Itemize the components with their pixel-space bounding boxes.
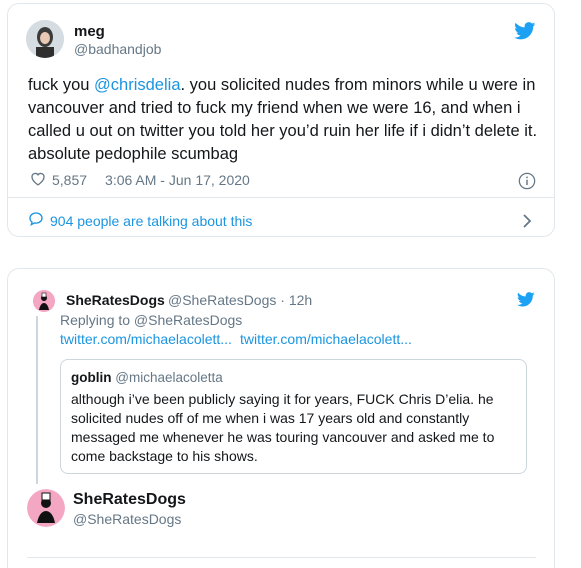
mention-link[interactable]: @chrisdelia [94,76,180,94]
quoted-text: although i’ve been publicly saying it fo… [71,391,495,464]
tweet-text: fuck you @chrisdelia. you solicited nude… [28,76,538,163]
quoted-tweet[interactable]: goblin @michaelacoletta although i’ve be… [60,359,527,474]
tweet-card-meg: meg @badhandjob fuck you @chrisdelia. yo… [7,3,555,237]
timestamp[interactable]: 3:06 AM - Jun 17, 2020 [105,172,250,188]
like-count[interactable]: 5,857 [52,172,87,188]
display-name[interactable]: SheRatesDogs [66,292,165,308]
divider [27,557,536,558]
tweet-links: twitter.com/michaelacolett... twitter.co… [60,331,412,347]
avatar[interactable] [26,20,64,58]
divider [8,197,554,198]
user-handle[interactable]: @SheRatesDogs [73,511,181,527]
avatar[interactable] [27,489,65,527]
tweet-meta: 5,857 3:06 AM - Jun 17, 2020 [30,171,250,189]
user-handle: @SheRatesDogs · 12h [168,292,312,308]
twitter-bird-icon[interactable] [516,292,535,312]
quoted-author: goblin @michaelacoletta [71,370,223,385]
user-handle-text[interactable]: @SheRatesDogs [168,292,276,308]
quoted-display-name: goblin [71,370,112,385]
thread-line [36,316,38,484]
twitter-bird-icon[interactable] [514,22,536,45]
comment-icon [28,211,44,230]
quoted-handle: @michaelacoletta [115,370,223,385]
conversation-count: 904 people are talking about this [50,212,253,229]
display-name[interactable]: meg [74,23,105,40]
avatar[interactable] [33,290,55,312]
display-name[interactable]: SheRatesDogs [73,491,186,509]
info-icon[interactable] [518,172,536,195]
tweet-time[interactable]: · 12h [280,292,312,308]
link[interactable]: twitter.com/michaelacolett... [240,331,412,347]
chevron-right-icon[interactable] [522,213,532,234]
link[interactable]: twitter.com/michaelacolett... [60,331,232,347]
conversation-link[interactable]: 904 people are talking about this [28,211,252,230]
replying-to[interactable]: Replying to @SheRatesDogs [60,312,242,328]
heart-icon[interactable] [30,171,46,189]
user-handle[interactable]: @badhandjob [74,41,161,57]
